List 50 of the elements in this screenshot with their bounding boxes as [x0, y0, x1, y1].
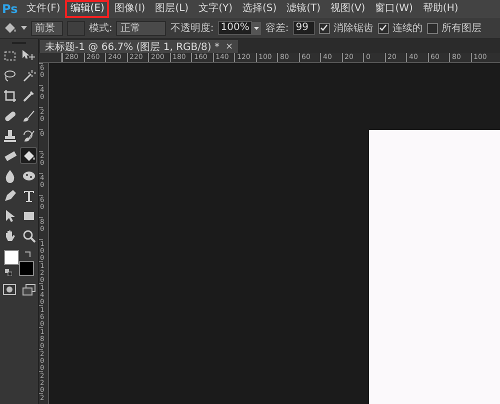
menu-item[interactable]: 图层(L) — [150, 0, 194, 18]
app-logo: Ps — [2, 2, 18, 16]
lasso-icon — [2, 68, 16, 82]
checkbox[interactable] — [426, 22, 438, 34]
mode-dropdown[interactable]: 正常 — [116, 20, 166, 36]
default-colors-icon[interactable] — [5, 269, 12, 276]
menu-item[interactable]: 帮助(H) — [418, 0, 464, 18]
opacity-label: 不透明度: — [170, 22, 214, 35]
foreground-color-swatch[interactable] — [4, 250, 19, 265]
opacity-field[interactable]: 100% — [218, 21, 252, 35]
background-color-swatch[interactable] — [19, 261, 34, 276]
menu-item[interactable]: 滤镜(T) — [282, 0, 326, 18]
close-tab-button[interactable]: × — [225, 42, 233, 52]
checkbox-label: 消除锯齿 — [334, 22, 374, 35]
document-tab[interactable]: 未标题-1 @ 66.7% (图层 1, RGB/8) * × — [40, 40, 238, 53]
magic-wand-icon — [22, 68, 36, 82]
quick-mask-icon[interactable] — [2, 284, 16, 295]
tolerance-label: 容差: — [265, 22, 289, 35]
menu-item[interactable]: 选择(S) — [237, 0, 282, 18]
checkbox-label: 所有图层 — [442, 22, 482, 35]
stamp-icon — [2, 128, 16, 142]
checkbox[interactable] — [318, 22, 330, 34]
brush-icon — [22, 108, 36, 122]
type-tool-icon — [22, 188, 36, 202]
mode-label: 模式: — [89, 22, 112, 35]
menu-item[interactable]: 文件(F) — [22, 0, 66, 18]
caret-icon[interactable] — [21, 26, 27, 30]
sponge-icon — [22, 168, 36, 182]
tool-button[interactable] — [1, 127, 18, 144]
menu-item[interactable]: 窗口(W) — [370, 0, 418, 18]
zoom-icon — [22, 228, 36, 242]
checkbox[interactable] — [378, 22, 389, 34]
paint-bucket-icon — [22, 148, 36, 162]
marquee-icon — [2, 48, 16, 62]
menu-item[interactable]: 文字(Y) — [194, 0, 238, 18]
tolerance-field[interactable]: 99 — [292, 21, 315, 35]
checkbox-label: 连续的 — [392, 22, 423, 35]
menu-item[interactable]: 编辑(E) — [65, 0, 110, 18]
history-brush-icon — [22, 128, 36, 142]
menu-item[interactable]: 视图(V) — [326, 0, 370, 18]
fill-source-dropdown[interactable]: 前景 — [31, 20, 63, 36]
screen-mode-icon[interactable] — [22, 284, 36, 296]
paint-bucket-icon[interactable] — [3, 21, 17, 35]
menu-item[interactable]: 图像(I) — [109, 0, 150, 18]
move-icon — [22, 48, 36, 62]
crop-icon — [2, 88, 16, 102]
eyedropper-icon — [22, 88, 36, 102]
pen-icon — [2, 188, 16, 202]
tool-button[interactable] — [20, 147, 37, 164]
swap-colors-icon[interactable] — [24, 250, 32, 258]
